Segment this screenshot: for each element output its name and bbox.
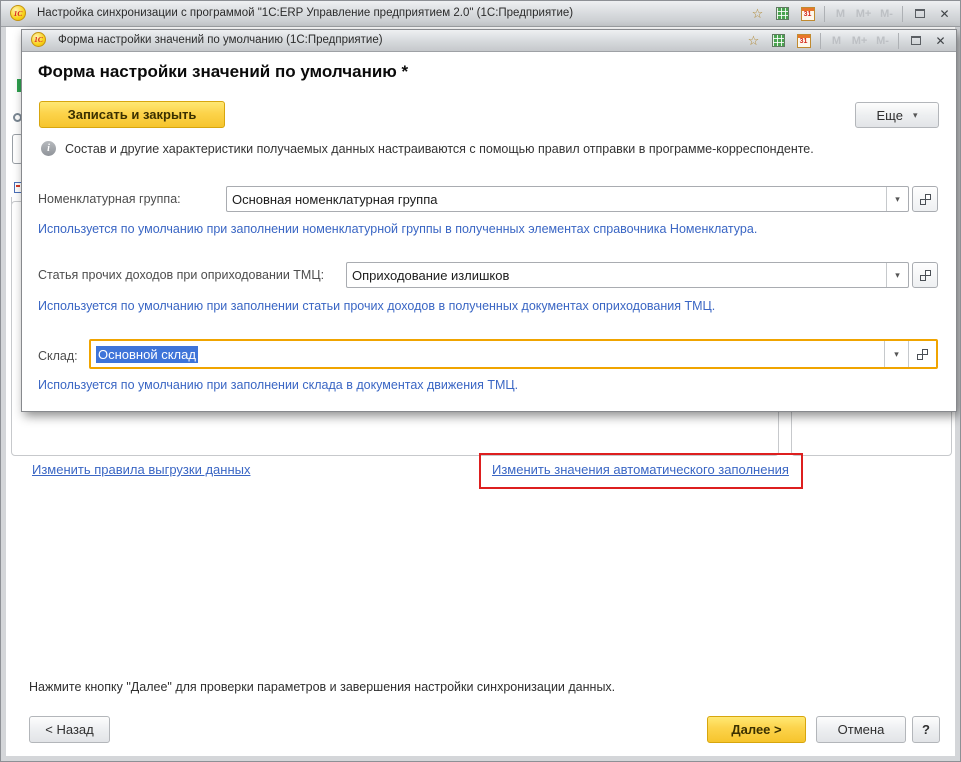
open-value-icon bbox=[920, 194, 931, 205]
star-icon: ☆ bbox=[748, 34, 760, 47]
memory-m-plus-button: M+ bbox=[850, 35, 869, 47]
nomenclature-group-value[interactable]: Основная номенклатурная группа bbox=[227, 187, 886, 211]
default-values-dialog: 1С Форма настройки значений по умолчанию… bbox=[21, 29, 957, 412]
warehouse-field[interactable]: Основной склад ▾ bbox=[89, 339, 938, 369]
open-value-icon bbox=[917, 349, 928, 360]
maximize-icon bbox=[915, 9, 925, 18]
close-button[interactable]: ✕ bbox=[934, 4, 955, 23]
help-button[interactable]: ? bbox=[912, 716, 940, 743]
calculator-icon bbox=[772, 34, 785, 47]
titlebar-separator bbox=[820, 33, 821, 49]
back-button[interactable]: < Назад bbox=[29, 716, 110, 743]
chevron-down-icon: ▾ bbox=[895, 195, 900, 204]
maximize-icon bbox=[911, 36, 921, 45]
titlebar-separator bbox=[824, 6, 825, 22]
nomenclature-group-hint: Используется по умолчанию при заполнении… bbox=[38, 222, 757, 236]
1c-logo-icon: 1С bbox=[31, 32, 46, 47]
close-icon: ✕ bbox=[939, 8, 949, 20]
outer-window: 1С Настройка синхронизации с программой … bbox=[0, 0, 961, 762]
warehouse-hint: Используется по умолчанию при заполнении… bbox=[38, 378, 518, 392]
calendar-icon: 31 bbox=[801, 7, 815, 21]
titlebar-separator bbox=[898, 33, 899, 49]
memory-m-plus-button: M+ bbox=[854, 8, 873, 20]
memory-m-button: M bbox=[827, 35, 846, 47]
dialog-titlebar-buttons: ☆ 31 M M+ M- ✕ bbox=[743, 30, 951, 51]
dialog-title: Форма настройки значений по умолчанию (1… bbox=[58, 30, 383, 51]
close-button[interactable]: ✕ bbox=[930, 31, 951, 50]
warehouse-dropdown-button[interactable]: ▾ bbox=[884, 341, 908, 367]
change-upload-rules-link[interactable]: Изменить правила выгрузки данных bbox=[32, 462, 250, 477]
calculator-button[interactable] bbox=[772, 4, 793, 23]
favorites-button[interactable]: ☆ bbox=[747, 4, 768, 23]
outer-window-title: Настройка синхронизации с программой "1С… bbox=[37, 1, 573, 26]
cancel-button[interactable]: Отмена bbox=[816, 716, 906, 743]
income-item-hint: Используется по умолчанию при заполнении… bbox=[38, 299, 715, 313]
calendar-icon: 31 bbox=[797, 34, 811, 48]
more-button-label: Еще bbox=[877, 108, 903, 123]
calendar-button[interactable]: 31 bbox=[797, 4, 818, 23]
nomenclature-group-dropdown-button[interactable]: ▾ bbox=[886, 187, 908, 211]
maximize-button[interactable] bbox=[909, 4, 930, 23]
chevron-down-icon: ▾ bbox=[913, 111, 918, 120]
favorites-button[interactable]: ☆ bbox=[743, 31, 764, 50]
change-autofill-values-link[interactable]: Изменить значения автоматического заполн… bbox=[492, 462, 789, 477]
maximize-button[interactable] bbox=[905, 31, 926, 50]
calendar-button[interactable]: 31 bbox=[793, 31, 814, 50]
1c-logo-icon: 1С bbox=[10, 5, 26, 21]
next-button[interactable]: Далее > bbox=[707, 716, 806, 743]
nomenclature-group-open-button[interactable] bbox=[912, 186, 938, 212]
warehouse-open-button[interactable] bbox=[908, 341, 936, 367]
open-value-icon bbox=[920, 270, 931, 281]
outer-titlebar: 1С Настройка синхронизации с программой … bbox=[1, 1, 960, 27]
star-icon: ☆ bbox=[752, 7, 764, 20]
nomenclature-group-label: Номенклатурная группа: bbox=[38, 186, 181, 212]
memory-m-minus-button: M- bbox=[873, 35, 892, 47]
income-item-label: Статья прочих доходов при оприходовании … bbox=[38, 262, 324, 288]
info-banner: i Состав и другие характеристики получае… bbox=[41, 141, 921, 156]
dialog-heading: Форма настройки значений по умолчанию * bbox=[38, 62, 408, 82]
dialog-titlebar: 1С Форма настройки значений по умолчанию… bbox=[22, 30, 956, 52]
income-item-dropdown-button[interactable]: ▾ bbox=[886, 263, 908, 287]
memory-m-button: M bbox=[831, 8, 850, 20]
warehouse-label: Склад: bbox=[38, 341, 78, 371]
calculator-button[interactable] bbox=[768, 31, 789, 50]
wizard-footer-hint: Нажмите кнопку "Далее" для проверки пара… bbox=[29, 680, 615, 694]
info-icon: i bbox=[41, 141, 56, 156]
memory-m-minus-button: M- bbox=[877, 8, 896, 20]
more-button[interactable]: Еще ▾ bbox=[855, 102, 939, 128]
warehouse-value[interactable]: Основной склад bbox=[91, 341, 884, 367]
outer-titlebar-buttons: ☆ 31 M M+ M- ✕ bbox=[747, 1, 955, 26]
close-icon: ✕ bbox=[935, 35, 945, 47]
selected-text: Основной склад bbox=[96, 346, 198, 363]
chevron-down-icon: ▾ bbox=[894, 350, 899, 359]
titlebar-separator bbox=[902, 6, 903, 22]
save-and-close-button[interactable]: Записать и закрыть bbox=[39, 101, 225, 128]
info-text: Состав и другие характеристики получаемы… bbox=[65, 141, 814, 156]
calculator-icon bbox=[776, 7, 789, 20]
chevron-down-icon: ▾ bbox=[895, 271, 900, 280]
dialog-body: Форма настройки значений по умолчанию * … bbox=[22, 52, 956, 411]
income-item-field[interactable]: Оприходование излишков ▾ bbox=[346, 262, 909, 288]
income-item-value[interactable]: Оприходование излишков bbox=[347, 263, 886, 287]
nomenclature-group-field[interactable]: Основная номенклатурная группа ▾ bbox=[226, 186, 909, 212]
income-item-open-button[interactable] bbox=[912, 262, 938, 288]
